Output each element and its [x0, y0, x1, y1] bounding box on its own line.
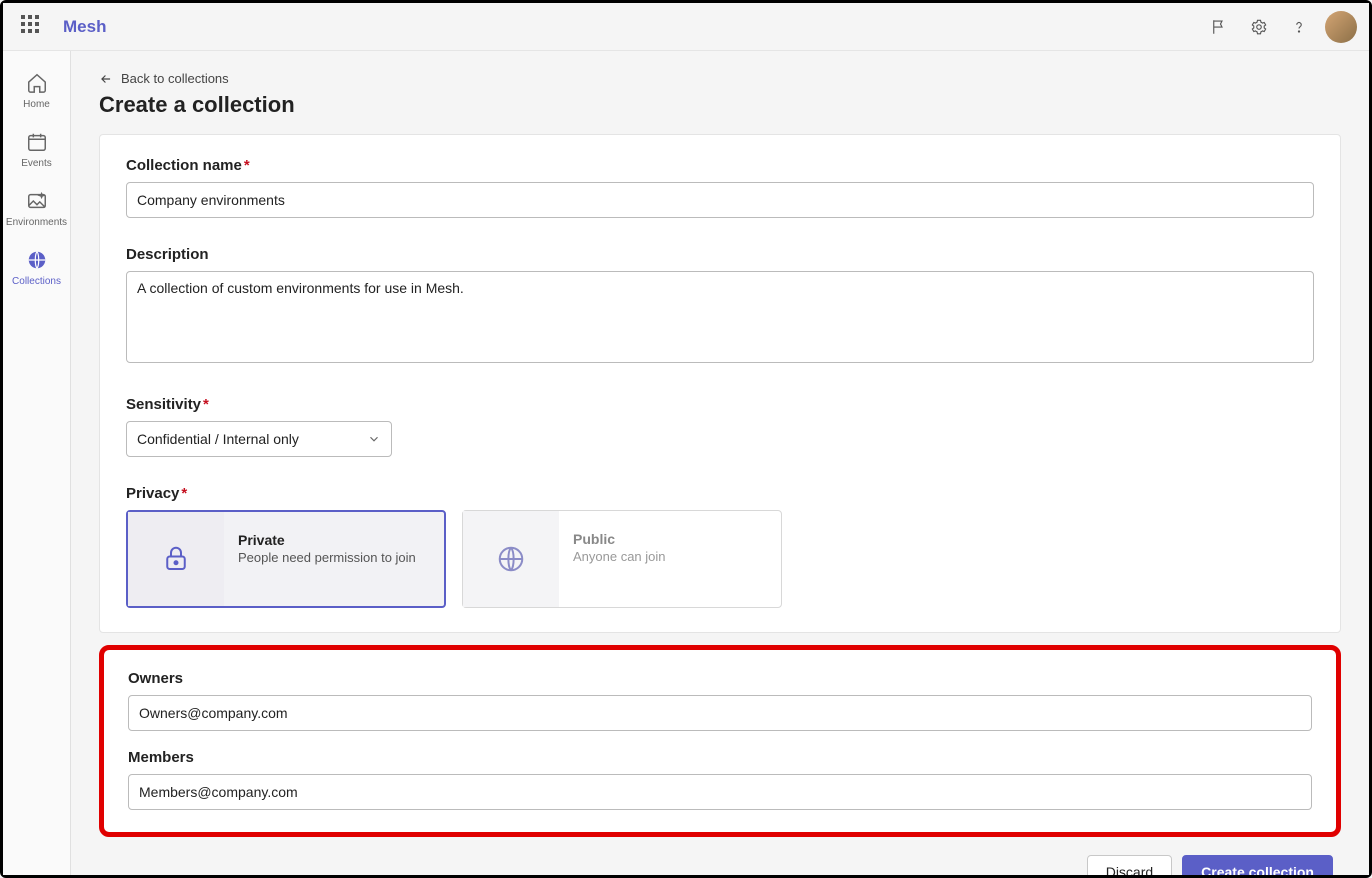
help-icon[interactable] [1279, 7, 1319, 47]
rail-item-collections[interactable]: Collections [3, 240, 71, 299]
page-title: Create a collection [99, 92, 1341, 118]
avatar[interactable] [1325, 11, 1357, 43]
description-label: Description [126, 246, 1314, 263]
sensitivity-label: Sensitivity* [126, 396, 1314, 413]
create-collection-button[interactable]: Create collection [1182, 855, 1333, 875]
rail-item-events[interactable]: Events [3, 122, 71, 181]
members-label: Members [128, 749, 1312, 766]
members-input[interactable] [128, 774, 1312, 810]
back-link-label: Back to collections [121, 71, 229, 86]
back-to-collections-link[interactable]: Back to collections [99, 71, 229, 86]
rail-item-home[interactable]: Home [3, 63, 71, 122]
privacy-public-title: Public [573, 531, 767, 547]
privacy-label: Privacy* [126, 485, 1314, 502]
description-textarea[interactable]: A collection of custom environments for … [126, 271, 1314, 363]
left-rail: Home Events Environments Collections [3, 51, 71, 875]
calendar-icon [25, 130, 49, 154]
topbar: Mesh [3, 3, 1369, 51]
app-title: Mesh [63, 17, 106, 37]
chevron-down-icon [367, 432, 381, 446]
privacy-option-private[interactable]: Private People need permission to join [126, 510, 446, 608]
image-sparkle-icon [25, 189, 49, 213]
rail-label: Events [21, 158, 52, 169]
privacy-private-title: Private [238, 532, 430, 548]
lock-icon [128, 512, 224, 606]
sensitivity-select[interactable]: Confidential / Internal only [126, 421, 392, 457]
footer-actions: Discard Create collection [99, 849, 1341, 875]
discard-button[interactable]: Discard [1087, 855, 1172, 875]
globe-outline-icon [463, 511, 559, 607]
main-content: Back to collections Create a collection … [71, 51, 1369, 875]
form-card-members: Owners Members [99, 645, 1341, 837]
gear-icon[interactable] [1239, 7, 1279, 47]
privacy-public-sub: Anyone can join [573, 549, 767, 564]
home-icon [25, 71, 49, 95]
owners-label: Owners [128, 670, 1312, 687]
arrow-left-icon [99, 72, 113, 86]
privacy-option-public[interactable]: Public Anyone can join [462, 510, 782, 608]
collection-name-input[interactable] [126, 182, 1314, 218]
form-card-main: Collection name* Description A collectio… [99, 134, 1341, 633]
privacy-private-sub: People need permission to join [238, 550, 430, 565]
globe-icon [25, 248, 49, 272]
rail-label: Collections [12, 276, 61, 287]
rail-item-environments[interactable]: Environments [3, 181, 71, 240]
rail-label: Home [23, 99, 50, 110]
collection-name-label: Collection name* [126, 157, 1314, 174]
rail-label: Environments [6, 217, 67, 228]
sensitivity-value: Confidential / Internal only [137, 431, 299, 447]
flag-icon[interactable] [1199, 7, 1239, 47]
app-launcher-icon[interactable] [21, 15, 45, 39]
owners-input[interactable] [128, 695, 1312, 731]
